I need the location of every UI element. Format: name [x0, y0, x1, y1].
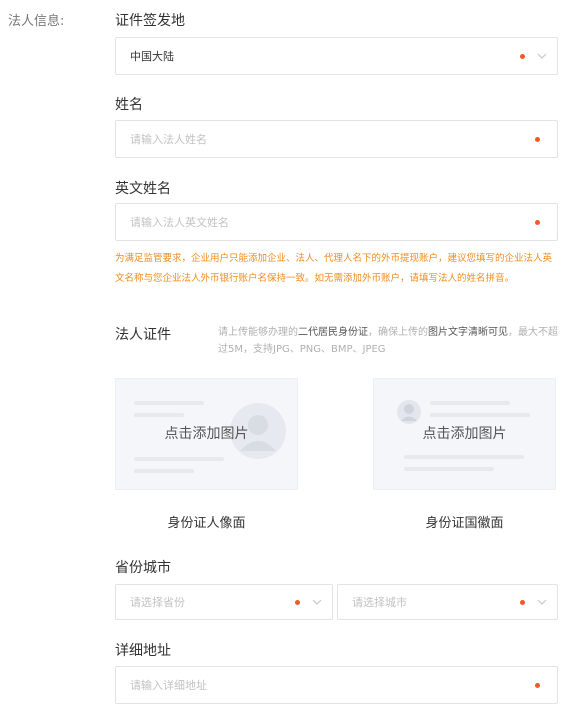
- upload-front-text: 点击添加图片: [164, 426, 249, 442]
- english-name-notice: 为满足监管要求，企业用户只能添加企业、法人、代理人名下的外币提现账户，建议您填写…: [115, 253, 553, 284]
- address-label: 详细地址: [115, 643, 171, 659]
- required-dot: [535, 682, 540, 688]
- address-placeholder: 请输入详细地址: [130, 679, 207, 692]
- city-select[interactable]: 请选择城市: [337, 584, 558, 620]
- province-placeholder: 请选择省份: [130, 596, 185, 609]
- id-document-hint: 请上传能够办理的二代居民身份证，确保上传的图片文字清晰可见，最大不超过5M，支持…: [218, 324, 563, 358]
- issue-place-select[interactable]: 中国大陆: [115, 37, 558, 75]
- section-label: 法人信息:: [8, 14, 65, 29]
- hint-text: 请上传能够办理的: [218, 327, 298, 338]
- required-dot: [535, 136, 540, 142]
- avatar-icon: [397, 400, 421, 424]
- english-name-input[interactable]: 请输入法人英文姓名: [115, 203, 558, 241]
- required-dot: [295, 599, 300, 605]
- address-input[interactable]: 请输入详细地址: [115, 666, 558, 704]
- upload-back-text: 点击添加图片: [422, 426, 507, 442]
- upload-back-caption: 身份证国徽面: [425, 516, 504, 531]
- name-input[interactable]: 请输入法人姓名: [115, 120, 558, 158]
- upload-front-caption: 身份证人像面: [167, 516, 246, 531]
- name-placeholder: 请输入法人姓名: [130, 133, 207, 146]
- upload-id-back[interactable]: 点击添加图片: [373, 378, 556, 490]
- chevron-down-icon: [310, 597, 324, 607]
- hint-text: ，确保上传的: [368, 327, 428, 338]
- hint-strong: 二代居民身份证: [298, 327, 368, 338]
- required-dot: [535, 219, 540, 225]
- city-placeholder: 请选择城市: [352, 596, 407, 609]
- province-select[interactable]: 请选择省份: [115, 584, 333, 620]
- chevron-down-icon: [535, 51, 549, 61]
- issue-place-value: 中国大陆: [130, 50, 174, 63]
- required-dot: [520, 53, 525, 59]
- required-dot: [520, 599, 525, 605]
- english-name-label: 英文姓名: [115, 181, 171, 197]
- english-name-placeholder: 请输入法人英文姓名: [130, 216, 229, 229]
- upload-id-front[interactable]: 点击添加图片: [115, 378, 298, 490]
- region-label: 省份城市: [115, 560, 171, 576]
- name-label: 姓名: [115, 97, 143, 113]
- chevron-down-icon: [535, 597, 549, 607]
- issue-place-label: 证件签发地: [115, 13, 185, 29]
- hint-strong: 图片文字清晰可见: [428, 327, 508, 338]
- id-document-label: 法人证件: [115, 327, 171, 343]
